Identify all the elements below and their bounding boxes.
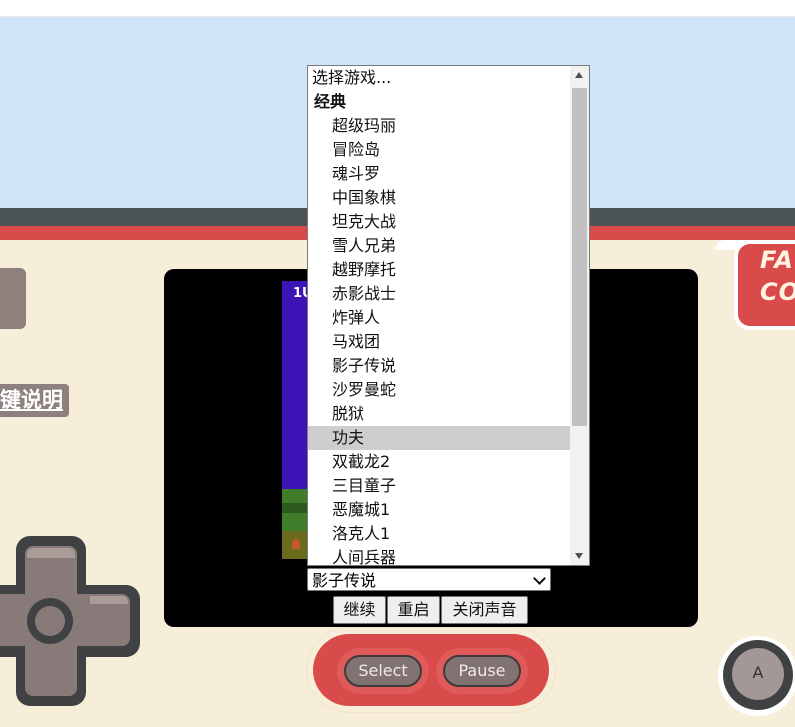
game-list-item[interactable]: 沙罗曼蛇 — [308, 378, 589, 402]
game-list-item[interactable]: 越野摩托 — [308, 258, 589, 282]
game-list-placeholder[interactable]: 选择游戏... — [308, 66, 572, 90]
top-bar — [0, 0, 795, 17]
dpad-up-highlight — [27, 548, 75, 558]
game-list-item[interactable]: 马戏团 — [308, 330, 589, 354]
game-list-item[interactable]: 魂斗罗 — [308, 162, 589, 186]
select-button[interactable]: Select — [344, 655, 422, 687]
continue-button[interactable]: 继续 — [333, 596, 386, 624]
game-list-item[interactable]: 中国象棋 — [308, 186, 589, 210]
scrollbar-thumb[interactable] — [572, 88, 587, 426]
game-list-group-label: 经典 — [314, 92, 347, 111]
game-list-item[interactable]: 脱狱 — [308, 402, 589, 426]
game-list-item[interactable]: 炸弹人 — [308, 306, 589, 330]
game-list-item[interactable]: 洛克人1 — [308, 522, 589, 546]
brand-line-2: CO — [760, 278, 795, 306]
scroll-down-icon[interactable] — [575, 553, 583, 559]
game-list-item[interactable]: 三目童子 — [308, 474, 589, 498]
game-list-dropdown[interactable]: 选择游戏... 经典 超级玛丽 冒险岛 魂斗罗 中国象棋 坦克大战 雪人兄弟 越野摩托 赤影战… — [307, 65, 590, 566]
side-tab[interactable] — [0, 268, 26, 329]
game-list-item[interactable]: 恶魔城1 — [308, 498, 589, 522]
game-list-item[interactable]: 冒险岛 — [308, 138, 589, 162]
game-select-value: 影子传说 — [312, 571, 377, 590]
brand-line-1: FA — [760, 246, 794, 274]
dpad-right-highlight — [90, 596, 128, 604]
game-select[interactable]: 影子传说 — [307, 568, 551, 591]
game-list-item[interactable]: 超级玛丽 — [308, 114, 589, 138]
mute-button[interactable]: 关闭声音 — [441, 596, 528, 624]
restart-button[interactable]: 重启 — [387, 596, 440, 624]
game-list-item[interactable]: 功夫 — [308, 426, 589, 450]
game-list: 选择游戏... 经典 超级玛丽 冒险岛 魂斗罗 中国象棋 坦克大战 雪人兄弟 越野摩托 赤影战… — [308, 66, 589, 565]
scroll-up-icon[interactable] — [575, 72, 583, 78]
a-button[interactable]: A — [732, 648, 784, 700]
game-list-item[interactable]: 坦克大战 — [308, 210, 589, 234]
game-list-item[interactable]: 双截龙2 — [308, 450, 589, 474]
game-list-scrollbar[interactable] — [570, 66, 589, 565]
chevron-down-icon — [533, 572, 546, 585]
dpad-center — [35, 606, 65, 636]
game-list-item[interactable]: 影子传说 — [308, 354, 589, 378]
pause-button[interactable]: Pause — [443, 655, 521, 687]
brand-logo: FA CO — [738, 244, 795, 326]
key-help-link[interactable]: 键说明 — [0, 384, 69, 417]
game-list-item[interactable]: 人间兵器 — [308, 546, 589, 565]
game-list-item[interactable]: 赤影战士 — [308, 282, 589, 306]
game-list-item[interactable]: 雪人兄弟 — [308, 234, 589, 258]
game-character — [292, 539, 300, 549]
